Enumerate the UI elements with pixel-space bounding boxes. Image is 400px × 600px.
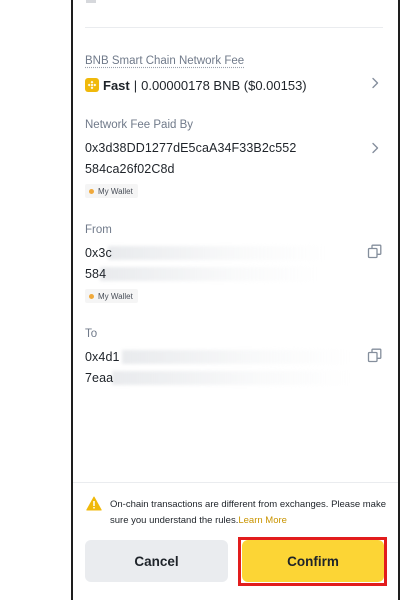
- redacted-blur: [100, 267, 320, 281]
- fee-speed: Fast: [103, 77, 130, 93]
- divider: [85, 27, 383, 28]
- bnb-icon: [85, 78, 99, 92]
- from-address-line1: 0x3c: [85, 246, 112, 260]
- wallet-dot-icon: [89, 188, 94, 194]
- copy-icon[interactable]: [367, 244, 382, 259]
- wallet-dot-icon: [89, 293, 94, 299]
- wallet-tag: My Wallet: [85, 184, 138, 198]
- clipped-content-edge: [86, 0, 96, 3]
- fee-paid-by-label: Network Fee Paid By: [85, 119, 194, 131]
- network-fee-label: BNB Smart Chain Network Fee: [85, 55, 245, 67]
- redacted-blur: [112, 371, 352, 385]
- fee-amount: 0.00000178 BNB ($0.00153): [141, 77, 307, 93]
- onchain-notice: On-chain transactions are different from…: [110, 497, 390, 528]
- network-fee-row[interactable]: Fast | 0.00000178 BNB ($0.00153): [85, 76, 307, 94]
- copy-icon[interactable]: [367, 348, 382, 363]
- chevron-right-icon[interactable]: [368, 76, 382, 90]
- fee-separator: |: [133, 77, 138, 93]
- wallet-tag: My Wallet: [85, 289, 138, 303]
- to-label: To: [85, 328, 98, 340]
- confirm-highlight-outline: [238, 537, 387, 586]
- from-label: From: [85, 224, 112, 236]
- redacted-blur: [122, 350, 352, 364]
- to-address-line1: 0x4d1: [85, 350, 120, 364]
- divider: [73, 482, 398, 483]
- chevron-right-icon[interactable]: [368, 141, 382, 155]
- redacted-blur: [108, 246, 328, 260]
- from-address-line2: 584: [85, 267, 107, 281]
- to-address-line2: 7eaa: [85, 371, 114, 385]
- warning-icon: [86, 496, 102, 511]
- fee-payer-address-line1: 0x3d38DD1277dE5caA34F33B2c552: [85, 141, 297, 155]
- fee-payer-address-line2: 584ca26f02C8d: [85, 162, 175, 176]
- wallet-tag-label: My Wallet: [98, 186, 133, 196]
- cancel-button[interactable]: Cancel: [85, 540, 228, 582]
- wallet-tag-label: My Wallet: [98, 291, 133, 301]
- learn-more-link[interactable]: Learn More: [238, 515, 287, 526]
